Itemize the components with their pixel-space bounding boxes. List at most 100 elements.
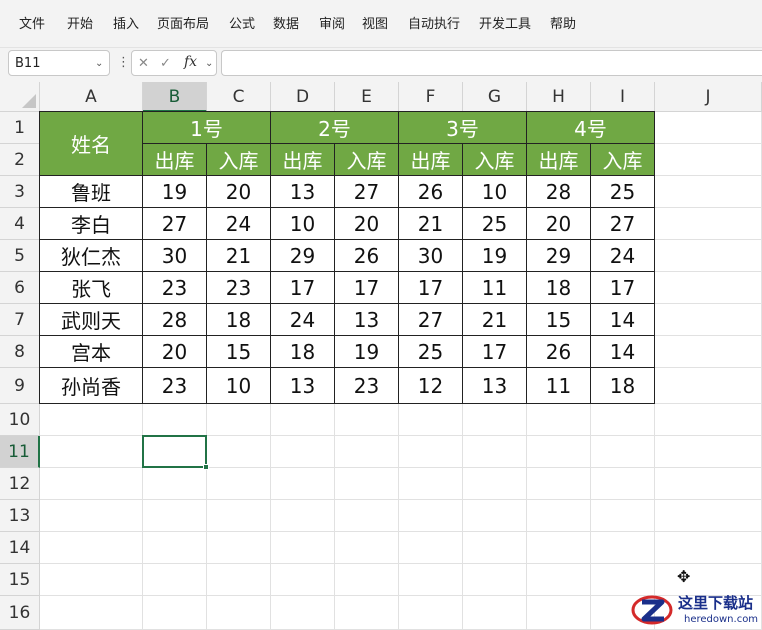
record-value[interactable]: 13 (271, 176, 335, 208)
menu-item-1[interactable]: 开始 (67, 17, 93, 33)
record-name[interactable]: 狄仁杰 (40, 240, 143, 272)
row-header-9[interactable]: 9 (0, 368, 40, 404)
record-value[interactable]: 10 (271, 208, 335, 240)
record-value[interactable]: 17 (335, 272, 399, 304)
menu-item-9[interactable]: 开发工具 (479, 17, 531, 33)
record-value[interactable]: 23 (143, 368, 207, 404)
row-header-8[interactable]: 8 (0, 336, 40, 368)
insert-function-button[interactable]: fx (184, 53, 197, 71)
active-cell-selection[interactable] (142, 435, 207, 468)
record-value[interactable]: 28 (143, 304, 207, 336)
menu-item-7[interactable]: 视图 (362, 17, 388, 33)
column-header-f[interactable]: F (399, 82, 463, 112)
record-value[interactable]: 23 (335, 368, 399, 404)
record-value[interactable]: 25 (591, 176, 655, 208)
menu-item-5[interactable]: 数据 (273, 17, 299, 33)
record-value[interactable]: 19 (463, 240, 527, 272)
record-name[interactable]: 孙尚香 (40, 368, 143, 404)
record-value[interactable]: 17 (591, 272, 655, 304)
row-header-3[interactable]: 3 (0, 176, 40, 208)
record-value[interactable]: 15 (527, 304, 591, 336)
column-header-g[interactable]: G (463, 82, 527, 112)
record-value[interactable]: 24 (207, 208, 271, 240)
column-header-h[interactable]: H (527, 82, 591, 112)
record-value[interactable]: 18 (527, 272, 591, 304)
menu-item-6[interactable]: 审阅 (319, 17, 345, 33)
menu-item-2[interactable]: 插入 (113, 17, 139, 33)
column-header-b[interactable]: B (143, 82, 207, 112)
record-value[interactable]: 17 (399, 272, 463, 304)
menu-item-10[interactable]: 帮助 (550, 17, 576, 33)
menu-item-8[interactable]: 自动执行 (408, 17, 460, 33)
column-header-a[interactable]: A (40, 82, 143, 112)
record-value[interactable]: 13 (463, 368, 527, 404)
row-header-7[interactable]: 7 (0, 304, 40, 336)
row-header-14[interactable]: 14 (0, 532, 40, 564)
menu-item-0[interactable]: 文件 (19, 17, 45, 33)
spreadsheet-grid[interactable]: A B C D E F G H I J 1 2 3 4 5 6 7 8 9 10 11 12 13 14 15 16 姓名 1号 2号 3… (0, 82, 762, 630)
record-value[interactable]: 26 (335, 240, 399, 272)
name-box[interactable]: B11 ⌄ (8, 50, 110, 76)
more-options-icon[interactable]: ⋮ (117, 55, 130, 71)
menu-item-3[interactable]: 页面布局 (157, 17, 209, 33)
record-value[interactable]: 15 (207, 336, 271, 368)
chevron-down-icon[interactable]: ⌄ (95, 59, 103, 69)
record-name[interactable]: 李白 (40, 208, 143, 240)
record-name[interactable]: 张飞 (40, 272, 143, 304)
column-header-j[interactable]: J (655, 82, 762, 112)
row-header-5[interactable]: 5 (0, 240, 40, 272)
record-value[interactable]: 27 (143, 208, 207, 240)
record-value[interactable]: 29 (271, 240, 335, 272)
fill-handle[interactable] (203, 464, 209, 470)
column-header-e[interactable]: E (335, 82, 399, 112)
row-header-16[interactable]: 16 (0, 596, 40, 630)
record-value[interactable]: 19 (143, 176, 207, 208)
record-value[interactable]: 17 (463, 336, 527, 368)
column-header-i[interactable]: I (591, 82, 655, 112)
record-value[interactable]: 11 (527, 368, 591, 404)
record-value[interactable]: 14 (591, 304, 655, 336)
row-header-4[interactable]: 4 (0, 208, 40, 240)
row-header-1[interactable]: 1 (0, 112, 40, 144)
row-header-12[interactable]: 12 (0, 468, 40, 500)
record-value[interactable]: 21 (207, 240, 271, 272)
row-header-2[interactable]: 2 (0, 144, 40, 176)
select-all-corner[interactable] (0, 82, 40, 112)
row-header-15[interactable]: 15 (0, 564, 40, 596)
record-value[interactable]: 23 (207, 272, 271, 304)
record-value[interactable]: 20 (335, 208, 399, 240)
record-value[interactable]: 24 (271, 304, 335, 336)
record-value[interactable]: 14 (591, 336, 655, 368)
formula-input[interactable] (221, 50, 762, 76)
row-header-6[interactable]: 6 (0, 272, 40, 304)
record-value[interactable]: 21 (399, 208, 463, 240)
record-value[interactable]: 21 (463, 304, 527, 336)
row-header-10[interactable]: 10 (0, 404, 40, 436)
row-header-11[interactable]: 11 (0, 436, 40, 468)
record-value[interactable]: 11 (463, 272, 527, 304)
record-value[interactable]: 24 (591, 240, 655, 272)
menu-item-4[interactable]: 公式 (229, 17, 255, 33)
record-value[interactable]: 27 (591, 208, 655, 240)
record-value[interactable]: 13 (335, 304, 399, 336)
record-value[interactable]: 30 (399, 240, 463, 272)
record-value[interactable]: 28 (527, 176, 591, 208)
record-value[interactable]: 26 (399, 176, 463, 208)
record-value[interactable]: 20 (143, 336, 207, 368)
record-value[interactable]: 18 (271, 336, 335, 368)
record-value[interactable]: 25 (463, 208, 527, 240)
record-name[interactable]: 武则天 (40, 304, 143, 336)
record-value[interactable]: 20 (527, 208, 591, 240)
record-value[interactable]: 13 (271, 368, 335, 404)
record-value[interactable]: 18 (591, 368, 655, 404)
record-value[interactable]: 17 (271, 272, 335, 304)
record-value[interactable]: 10 (463, 176, 527, 208)
record-value[interactable]: 27 (335, 176, 399, 208)
record-value[interactable]: 27 (399, 304, 463, 336)
record-value[interactable]: 19 (335, 336, 399, 368)
record-value[interactable]: 26 (527, 336, 591, 368)
record-name[interactable]: 宫本 (40, 336, 143, 368)
record-value[interactable]: 20 (207, 176, 271, 208)
cancel-icon[interactable]: ✕ (138, 56, 149, 72)
record-value[interactable]: 18 (207, 304, 271, 336)
